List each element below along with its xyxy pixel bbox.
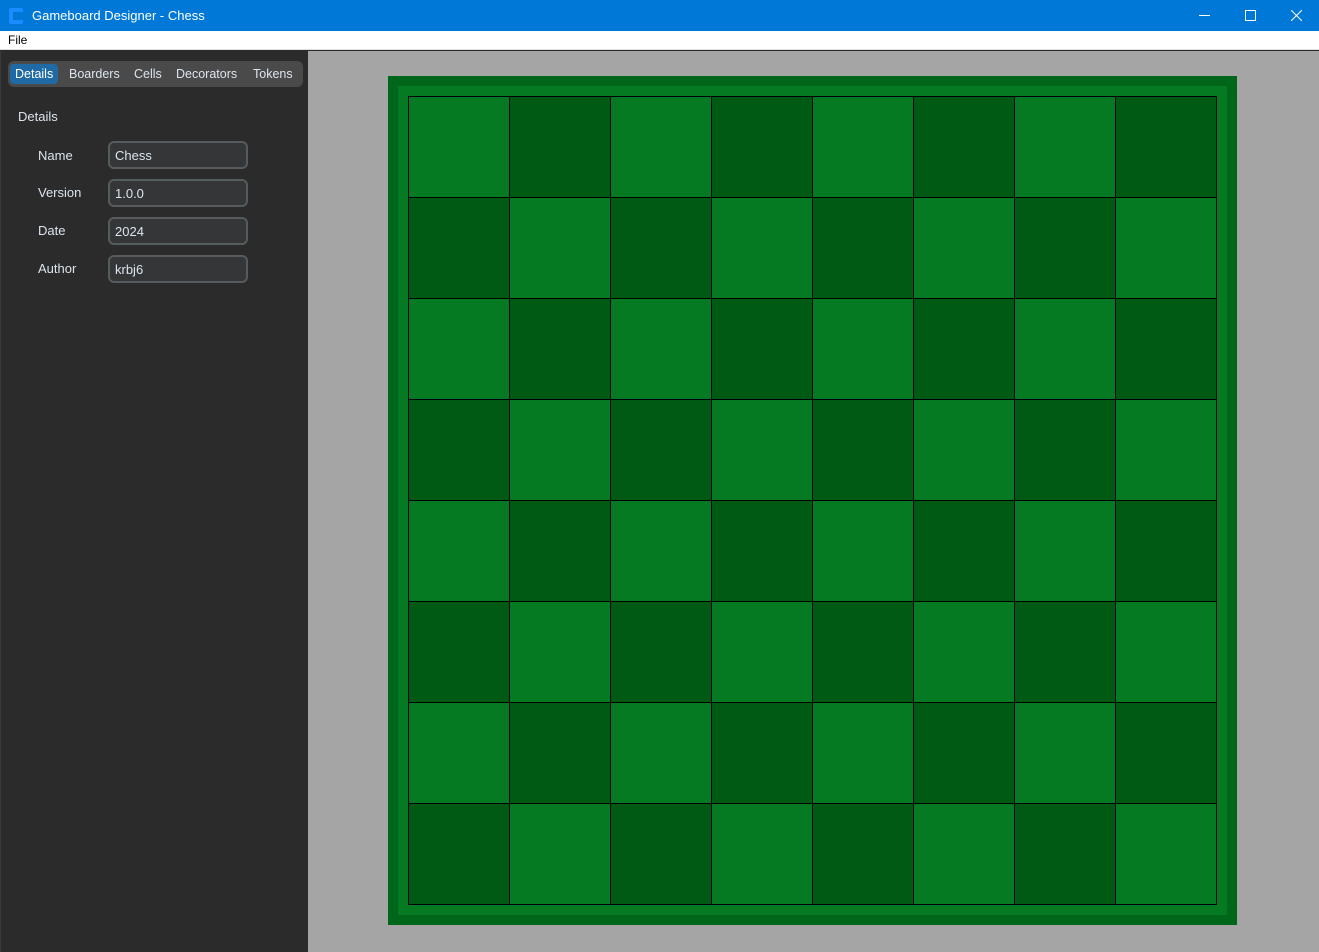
board-cell[interactable] — [712, 97, 812, 197]
board-cell[interactable] — [813, 299, 913, 399]
board-cell[interactable] — [409, 501, 509, 601]
board-cell[interactable] — [409, 602, 509, 702]
board-grid[interactable] — [408, 96, 1217, 905]
title-bar: Gameboard Designer - Chess — [0, 0, 1319, 31]
board-cell[interactable] — [409, 97, 509, 197]
board-cell[interactable] — [1015, 97, 1115, 197]
board-cell[interactable] — [1015, 198, 1115, 298]
maximize-button[interactable] — [1227, 0, 1273, 31]
board-cell[interactable] — [712, 299, 812, 399]
board-cell[interactable] — [510, 400, 610, 500]
board-cell[interactable] — [510, 804, 610, 904]
board-cell[interactable] — [409, 400, 509, 500]
board-cell[interactable] — [409, 804, 509, 904]
name-field[interactable] — [108, 141, 248, 169]
board-cell[interactable] — [1116, 198, 1216, 298]
board-cell[interactable] — [1015, 501, 1115, 601]
board-cell[interactable] — [712, 198, 812, 298]
board-cell[interactable] — [510, 198, 610, 298]
close-icon — [1290, 10, 1302, 21]
minimize-button[interactable] — [1181, 0, 1227, 31]
author-label: Author — [38, 261, 77, 276]
board-cell[interactable] — [510, 97, 610, 197]
board-cell[interactable] — [813, 501, 913, 601]
board-cell[interactable] — [1015, 804, 1115, 904]
board-cell[interactable] — [510, 501, 610, 601]
date-label: Date — [38, 223, 66, 238]
board-cell[interactable] — [914, 501, 1014, 601]
board-cell[interactable] — [611, 804, 711, 904]
version-label: Version — [38, 185, 82, 200]
board-cell[interactable] — [1116, 97, 1216, 197]
board-cell[interactable] — [1015, 400, 1115, 500]
menu-file[interactable]: File — [8, 33, 27, 47]
board-cell[interactable] — [813, 703, 913, 803]
window-title: Gameboard Designer - Chess — [32, 8, 205, 23]
board-cell[interactable] — [1015, 299, 1115, 399]
tab-boarders[interactable]: Boarders — [64, 64, 125, 84]
board-cell[interactable] — [611, 97, 711, 197]
board-cell[interactable] — [914, 97, 1014, 197]
board-cell[interactable] — [813, 198, 913, 298]
board-cell[interactable] — [611, 299, 711, 399]
tab-decorators[interactable]: Decorators — [171, 64, 242, 84]
board-cell[interactable] — [409, 299, 509, 399]
board-cell[interactable] — [914, 703, 1014, 803]
board-cell[interactable] — [1116, 501, 1216, 601]
board-cell[interactable] — [914, 804, 1014, 904]
board-cell[interactable] — [611, 501, 711, 601]
maximize-icon — [1244, 10, 1256, 21]
board-cell[interactable] — [813, 97, 913, 197]
tab-cells[interactable]: Cells — [129, 64, 167, 84]
minimize-icon — [1198, 15, 1210, 16]
board-cell[interactable] — [510, 299, 610, 399]
board-cell[interactable] — [1116, 804, 1216, 904]
board-cell[interactable] — [1116, 299, 1216, 399]
board-cell[interactable] — [914, 198, 1014, 298]
board-cell[interactable] — [611, 198, 711, 298]
board-cell[interactable] — [914, 400, 1014, 500]
board-cell[interactable] — [409, 198, 509, 298]
section-title: Details — [18, 109, 58, 124]
board-cell[interactable] — [1116, 703, 1216, 803]
board-cell[interactable] — [611, 703, 711, 803]
board-cell[interactable] — [1116, 400, 1216, 500]
board-outer-border[interactable] — [388, 76, 1237, 925]
board-cell[interactable] — [712, 804, 812, 904]
name-label: Name — [38, 148, 73, 163]
tab-tokens[interactable]: Tokens — [248, 64, 298, 84]
app-icon — [9, 7, 23, 24]
board-inner-border[interactable] — [398, 86, 1227, 915]
board-cell[interactable] — [510, 602, 610, 702]
author-field[interactable] — [108, 255, 248, 283]
board-cell[interactable] — [712, 501, 812, 601]
tab-bar: Details Boarders Cells Decorators Tokens — [8, 61, 303, 87]
board-cell[interactable] — [1116, 602, 1216, 702]
menu-bar: File — [0, 31, 1319, 50]
date-field[interactable] — [108, 217, 248, 245]
board-cell[interactable] — [813, 602, 913, 702]
board-cell[interactable] — [510, 703, 610, 803]
board-cell[interactable] — [914, 299, 1014, 399]
board-cell[interactable] — [712, 602, 812, 702]
board-cell[interactable] — [712, 400, 812, 500]
close-button[interactable] — [1273, 0, 1319, 31]
board-cell[interactable] — [813, 400, 913, 500]
board-cell[interactable] — [611, 602, 711, 702]
board-cell[interactable] — [712, 703, 812, 803]
tab-details[interactable]: Details — [10, 64, 59, 84]
board-cell[interactable] — [813, 804, 913, 904]
board-canvas[interactable] — [308, 51, 1319, 952]
board-cell[interactable] — [1015, 703, 1115, 803]
board-cell[interactable] — [1015, 602, 1115, 702]
board-cell[interactable] — [409, 703, 509, 803]
sidebar: Details Boarders Cells Decorators Tokens… — [0, 51, 308, 952]
board-cell[interactable] — [611, 400, 711, 500]
version-field[interactable] — [108, 179, 248, 207]
board-cell[interactable] — [914, 602, 1014, 702]
